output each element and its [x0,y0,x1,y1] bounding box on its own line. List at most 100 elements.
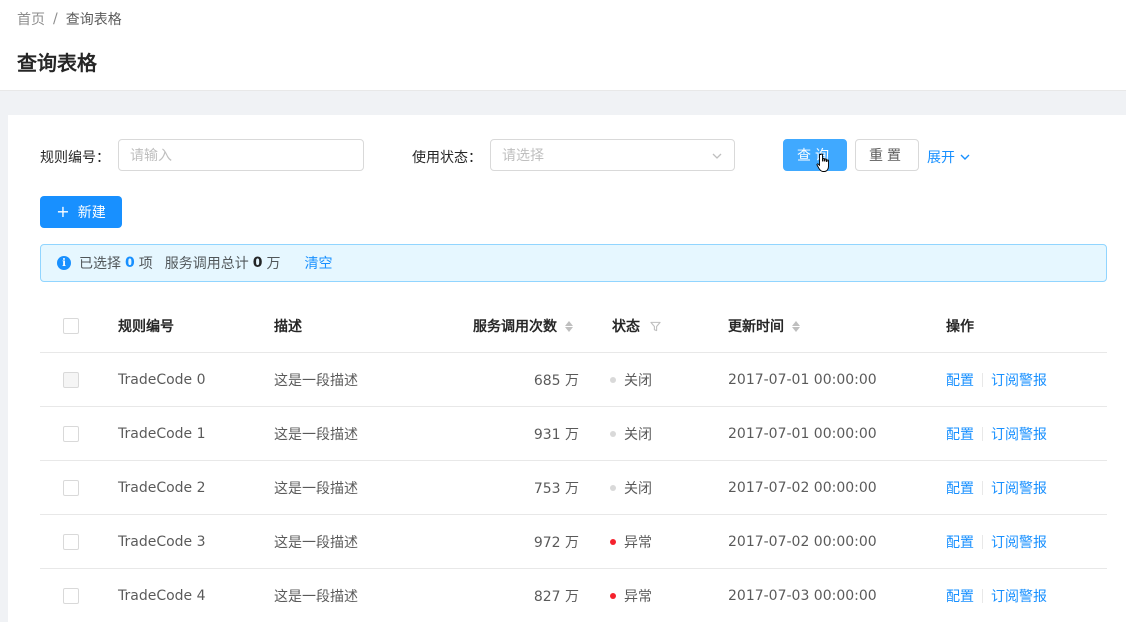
select-all-checkbox[interactable] [63,318,79,334]
updated-at: 2017-07-01 00:00:00 [728,372,877,388]
updated-at: 2017-07-01 00:00:00 [728,426,877,442]
table-body: TradeCode 0 这是一段描述 685 万 关闭 2017-07-01 0… [40,353,1107,622]
info-icon: i [57,256,71,270]
column-header-desc: 描述 [274,319,302,335]
rule-number-placeholder: 请输入 [130,148,172,164]
call-count: 753 万 [533,481,579,497]
table-row: TradeCode 2 这是一段描述 753 万 关闭 2017-07-02 0… [40,461,1107,515]
expand-link-label: 展开 [927,150,955,166]
table-row: TradeCode 4 这是一段描述 827 万 异常 2017-07-03 0… [40,569,1107,622]
filter-icon[interactable] [650,321,661,332]
status-label: 使用状态： [412,150,482,166]
status-placeholder: 请选择 [502,148,544,164]
action-divider [982,373,983,387]
subscribe-alert-link[interactable]: 订阅警报 [991,424,1047,444]
row-checkbox[interactable] [63,534,79,550]
status-cell: 关闭 [610,461,652,515]
action-divider [982,589,983,603]
row-checkbox[interactable] [63,426,79,442]
selected-count: 0 [125,255,135,271]
configure-link[interactable]: 配置 [946,370,974,390]
total-prefix: 服务调用总计 [164,256,249,272]
clear-selection-link[interactable]: 清空 [305,253,333,273]
table-row: TradeCode 0 这是一段描述 685 万 关闭 2017-07-01 0… [40,353,1107,407]
call-count: 827 万 [533,589,579,605]
breadcrumb-home-link[interactable]: 首页 [17,9,45,29]
rule-name: TradeCode 0 [118,372,206,388]
column-header-calls[interactable]: 服务调用次数 [473,299,573,353]
selection-alert: i 已选择 0 项 服务调用总计 0 万 清空 [40,244,1107,282]
action-divider [982,427,983,441]
rule-description: 这是一段描述 [274,373,358,389]
call-count: 685 万 [533,373,579,389]
column-header-updated[interactable]: 更新时间 [728,299,800,353]
row-select-cell [63,407,79,461]
hand-cursor-icon [816,153,829,172]
configure-link[interactable]: 配置 [946,532,974,552]
rule-name: TradeCode 4 [118,588,206,604]
chevron-down-icon [712,153,722,159]
subscribe-alert-link[interactable]: 订阅警报 [991,370,1047,390]
action-cell: 配置 订阅警报 [946,407,1047,461]
status-dot-icon [610,593,616,599]
status-cell: 关闭 [610,407,652,461]
page-header: 首页 / 查询表格 查询表格 [0,0,1126,91]
action-cell: 配置 订阅警报 [946,461,1047,515]
action-divider [982,481,983,495]
configure-link[interactable]: 配置 [946,478,974,498]
rule-name: TradeCode 3 [118,534,206,550]
subscribe-alert-link[interactable]: 订阅警报 [991,532,1047,552]
breadcrumb-current: 查询表格 [65,12,122,28]
column-header-calls-label: 服务调用次数 [473,319,557,335]
table-row: TradeCode 3 这是一段描述 972 万 异常 2017-07-02 0… [40,515,1107,569]
status-cell: 异常 [610,515,652,569]
rule-description: 这是一段描述 [274,589,358,605]
row-checkbox[interactable] [63,588,79,604]
rule-description: 这是一段描述 [274,535,358,551]
sort-icon[interactable] [792,320,800,332]
configure-link[interactable]: 配置 [946,424,974,444]
status-dot-icon [610,539,616,545]
rule-number-input[interactable]: 请输入 [118,139,364,171]
status-text: 异常 [624,535,652,551]
rule-description: 这是一段描述 [274,427,358,443]
action-cell: 配置 订阅警报 [946,515,1047,569]
row-select-cell [63,515,79,569]
breadcrumb: 首页 / 查询表格 [17,9,122,29]
row-select-cell [63,569,79,622]
status-dot-icon [610,377,616,383]
updated-at: 2017-07-02 00:00:00 [728,534,877,550]
status-text: 关闭 [624,373,652,389]
plus-icon: + [56,202,70,221]
row-checkbox[interactable] [63,480,79,496]
status-dot-icon [610,485,616,491]
subscribe-alert-link[interactable]: 订阅警报 [991,586,1047,606]
column-header-status: 状态 [612,299,661,353]
rule-number-label: 规则编号： [40,150,110,166]
call-count: 931 万 [533,427,579,443]
status-select[interactable]: 请选择 [490,139,735,171]
subscribe-alert-link[interactable]: 订阅警报 [991,478,1047,498]
rule-description: 这是一段描述 [274,481,358,497]
configure-link[interactable]: 配置 [946,586,974,606]
selected-prefix: 已选择 [79,256,121,272]
total-suffix: 万 [266,256,281,272]
sort-icon[interactable] [565,320,573,332]
new-button[interactable]: + 新建 [40,196,122,228]
total-count: 0 [252,255,263,271]
table-header: 规则编号 描述 服务调用次数 状态 更新时间 操作 [40,299,1107,353]
page-title: 查询表格 [17,51,97,75]
expand-link[interactable]: 展开 [927,147,971,167]
column-header-status-label: 状态 [612,319,640,335]
reset-button[interactable]: 重置 [855,139,919,171]
action-divider [982,535,983,549]
selected-suffix: 项 [138,256,153,272]
query-button[interactable]: 查询 [783,139,847,171]
status-dot-icon [610,431,616,437]
status-text: 异常 [624,589,652,605]
updated-at: 2017-07-02 00:00:00 [728,480,877,496]
status-text: 关闭 [624,427,652,443]
call-count: 972 万 [533,535,579,551]
status-text: 关闭 [624,481,652,497]
select-all-cell [63,299,79,353]
